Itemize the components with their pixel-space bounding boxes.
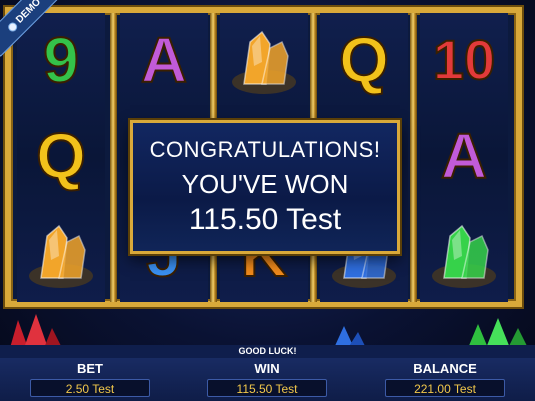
bet-value[interactable]: 2.50 Test — [30, 379, 150, 397]
balance-value: 221.00 Test — [385, 379, 505, 397]
orange-crystal-icon — [17, 209, 105, 299]
symbol-letter: Q — [35, 120, 87, 192]
symbol-q: Q — [17, 111, 105, 201]
reel-divider — [410, 13, 417, 302]
red-crystal-decoration-icon — [10, 314, 62, 348]
bet-label: BET — [77, 361, 103, 376]
status-message: GOOD LUCK! — [0, 345, 535, 358]
reel-1: 9Q — [17, 13, 105, 302]
orange-crystal-icon — [220, 15, 308, 105]
orange-crystal-icon — [232, 30, 296, 94]
symbol-letter: 9 — [42, 24, 80, 96]
green-crystal-decoration-icon — [468, 318, 528, 348]
balance-label: BALANCE — [413, 361, 477, 376]
symbol-letter: A — [440, 120, 488, 192]
symbol-letter: A — [140, 24, 188, 96]
congratulations-text: CONGRATULATIONS! — [149, 137, 381, 162]
green-crystal-icon — [432, 224, 496, 288]
symbol-a: A — [120, 15, 208, 105]
green-crystal-icon — [420, 209, 508, 299]
symbol-10: 10 — [420, 15, 508, 105]
symbol-letter: Q — [338, 24, 390, 96]
win-amount-text: 115.50 Test — [188, 203, 342, 236]
win-message-panel: CONGRATULATIONS! YOU'VE WON 115.50 Test — [130, 120, 400, 254]
symbol-9: 9 — [17, 15, 105, 105]
reel-divider — [110, 13, 117, 302]
reel-5: 10 A — [420, 13, 508, 302]
win-value: 115.50 Test — [207, 379, 327, 397]
symbol-letter: 10 — [432, 28, 496, 91]
info-icon — [5, 20, 19, 34]
symbol-q: Q — [320, 15, 408, 105]
symbol-a: A — [420, 111, 508, 201]
you-won-text: YOU'VE WON — [181, 169, 349, 199]
orange-crystal-icon — [29, 224, 93, 288]
win-label: WIN — [254, 361, 280, 376]
